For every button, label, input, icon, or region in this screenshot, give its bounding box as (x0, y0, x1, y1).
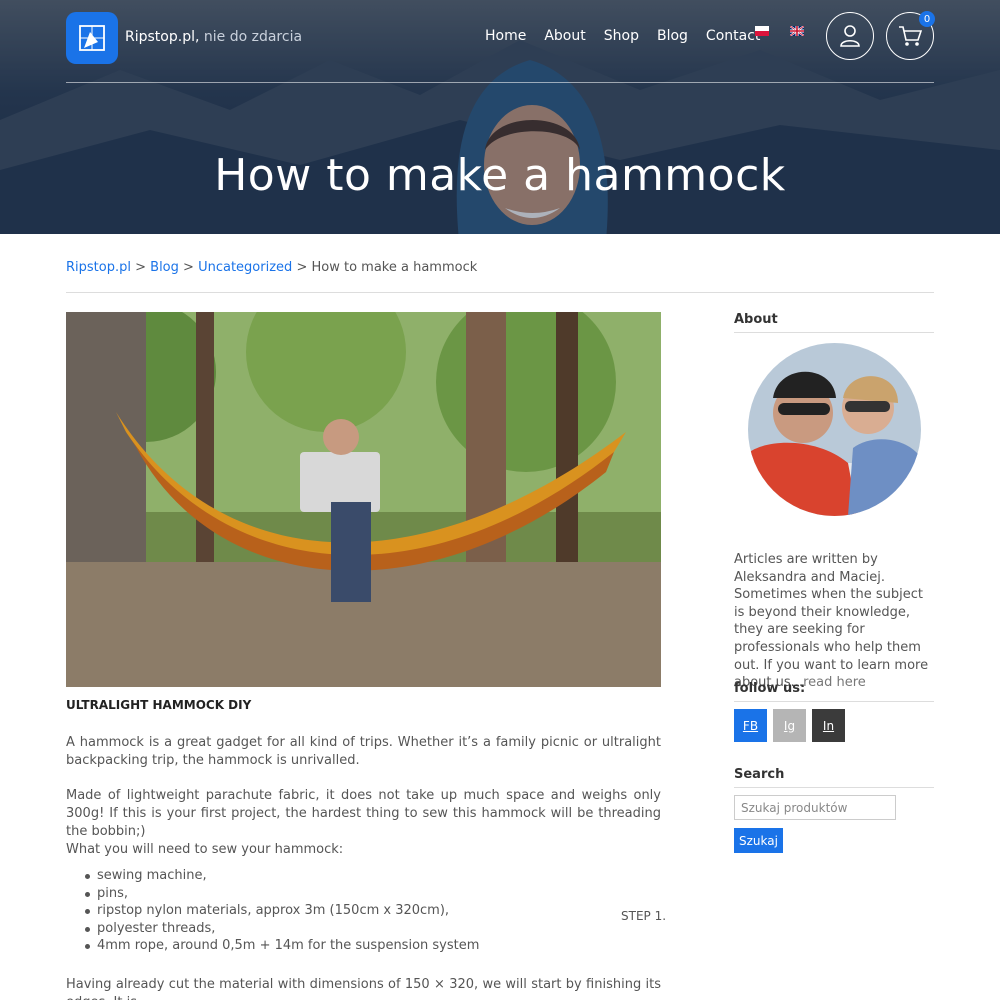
read-more-link[interactable]: read here (803, 675, 866, 690)
user-icon (840, 25, 860, 47)
nav-shop[interactable]: Shop (604, 28, 639, 44)
cart-button[interactable]: 0 (886, 11, 935, 60)
list-item: sewing machine, (84, 867, 479, 885)
article-paragraph: Having already cut the material with dim… (66, 977, 661, 1000)
breadcrumb-divider (66, 292, 934, 293)
sidebar-about-title: About (734, 312, 778, 327)
article-paragraph: What you will need to sew your hammock: (66, 842, 344, 857)
nav-home[interactable]: Home (485, 28, 526, 44)
sidebar-divider (734, 332, 934, 333)
authors-avatar (748, 343, 921, 516)
uk-flag-icon[interactable] (790, 26, 804, 36)
about-description: Articles are written by Aleksandra and M… (734, 552, 929, 691)
breadcrumb-category-link[interactable]: Uncategorized (198, 260, 292, 275)
nav-contact[interactable]: Contact (706, 28, 760, 44)
breadcrumb-home-link[interactable]: Ripstop.pl (66, 260, 131, 275)
article-paragraph: A hammock is a great gadget for all kind… (66, 735, 661, 768)
article-paragraph: Made of lightweight parachute fabric, it… (66, 788, 661, 839)
linkedin-button[interactable]: In (812, 709, 845, 742)
search-button[interactable]: Szukaj (734, 828, 783, 853)
list-item: pins, (84, 885, 479, 903)
main-nav: Home About Shop Blog Contact (485, 28, 778, 44)
cart-icon (899, 26, 922, 46)
brand-name: Ripstop.pl, (125, 29, 200, 45)
breadcrumb-separator: > (135, 260, 147, 275)
step-label: STEP 1. (621, 909, 667, 923)
breadcrumb-blog-link[interactable]: Blog (150, 260, 179, 275)
cart-count-badge: 0 (919, 11, 935, 27)
polish-flag-icon[interactable] (755, 26, 769, 36)
nav-about[interactable]: About (544, 28, 585, 44)
list-item: 4mm rope, around 0,5m + 14m for the susp… (84, 938, 480, 954)
breadcrumb: Ripstop.pl > Blog > Uncategorized > How … (66, 260, 477, 275)
logo-icon (79, 25, 105, 51)
sidebar-divider (734, 701, 934, 702)
list-item: polyester threads, (84, 920, 479, 938)
page-title: How to make a hammock (214, 150, 786, 201)
materials-list: sewing machine, pins, ripstop nylon mate… (84, 867, 480, 955)
breadcrumb-separator: > (296, 260, 308, 275)
site-logo[interactable] (66, 12, 118, 64)
sidebar-follow-title: follow us: (734, 681, 806, 696)
account-button[interactable] (826, 12, 874, 60)
sidebar-divider (734, 787, 934, 788)
sidebar-search-title: Search (734, 767, 785, 782)
authors-photo (748, 343, 921, 516)
sidebar-about-text: Articles are written by Aleksandra and M… (734, 551, 934, 692)
facebook-button[interactable]: FB (734, 709, 767, 742)
instagram-button[interactable]: Ig (773, 709, 806, 742)
search-input[interactable] (734, 795, 896, 820)
list-item: ripstop nylon materials, approx 3m (150c… (84, 902, 479, 920)
article-featured-image (66, 312, 661, 687)
article-heading: ULTRALIGHT HAMMOCK DIY (66, 698, 252, 712)
breadcrumb-separator: > (183, 260, 194, 275)
hammock-photo (66, 312, 661, 687)
brand-text[interactable]: Ripstop.pl, nie do zdarcia (125, 29, 302, 45)
nav-blog[interactable]: Blog (657, 28, 688, 44)
brand-tagline: nie do zdarcia (203, 29, 303, 45)
header-divider (66, 82, 934, 83)
breadcrumb-current: How to make a hammock (311, 260, 478, 275)
